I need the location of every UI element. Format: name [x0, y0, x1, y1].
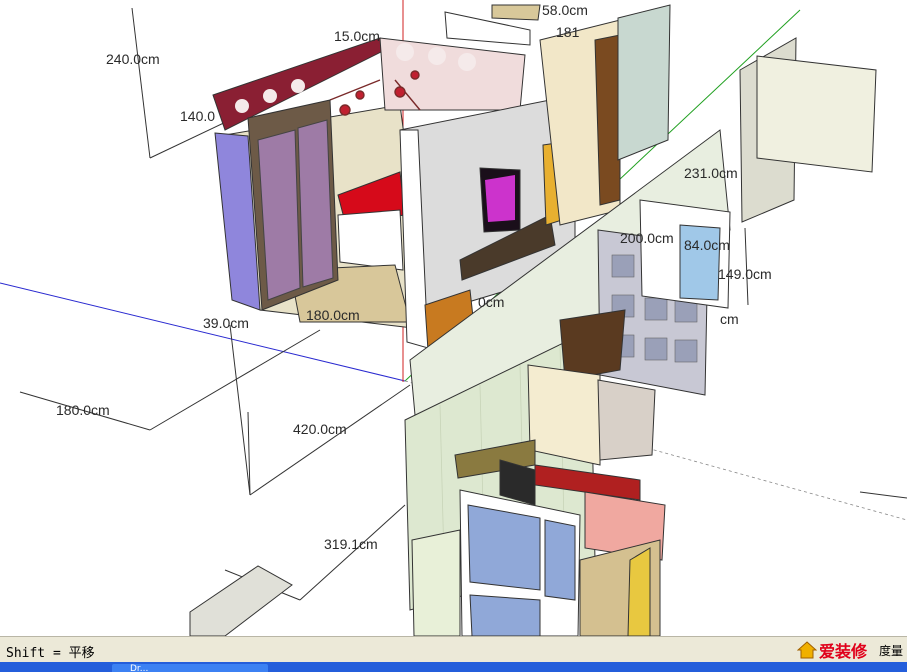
taskbar: Dr...	[0, 662, 907, 672]
dim-text: 140.0	[180, 108, 215, 124]
sketchup-viewport[interactable]: 240.0cm 15.0cm 58.0cm 181 140.0 231.0cm …	[0, 0, 907, 636]
dim-text: 231.0cm	[684, 165, 738, 181]
dim-text: 180.0cm	[56, 402, 110, 418]
dim-text: 180.0cm	[306, 307, 360, 323]
dim-text: 240.0cm	[106, 51, 160, 67]
dim-text: 39.0cm	[203, 315, 249, 331]
dim-text: 200.0cm	[620, 230, 674, 246]
dim-text: 0cm	[478, 294, 504, 310]
dim-text: 15.0cm	[334, 28, 380, 44]
dim-text: 181	[556, 24, 580, 40]
dim-text: 84.0cm	[684, 237, 730, 253]
status-hint: Shift = 平移	[6, 646, 95, 661]
measurements-label: 度量	[878, 644, 903, 658]
house-icon	[796, 641, 817, 659]
white-cabinet[interactable]	[527, 364, 601, 466]
status-bar: Shift = 平移 爱装修 度量	[0, 636, 907, 662]
far-panel	[756, 55, 877, 173]
dim-text: cm	[720, 311, 739, 327]
dim-text: 319.1cm	[324, 536, 378, 552]
watermark-logo: 爱装修	[796, 637, 867, 663]
model-scene[interactable]: 240.0cm 15.0cm 58.0cm 181 140.0 231.0cm …	[0, 0, 907, 636]
taskbar-window-button[interactable]: Dr...	[112, 664, 268, 672]
dark-furniture[interactable]	[559, 309, 626, 381]
tile-wall	[617, 4, 671, 161]
dim-text: 58.0cm	[542, 2, 588, 18]
dim-text: 149.0cm	[718, 266, 772, 282]
wood-shelves[interactable]	[594, 34, 621, 206]
watermark-text: 爱装修	[818, 644, 867, 661]
dim-text: 420.0cm	[293, 421, 347, 437]
